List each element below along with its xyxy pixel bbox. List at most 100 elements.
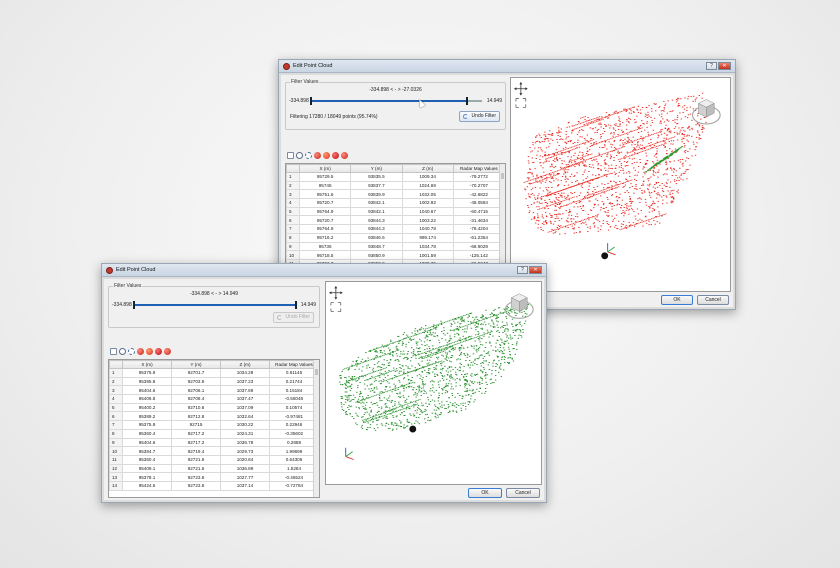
swap-icon[interactable] xyxy=(128,348,135,355)
table-row[interactable]: 8 95716.2 93846.5 999.174 -61.2354 xyxy=(286,232,505,243)
table-cell[interactable]: 1036.89 xyxy=(220,463,270,474)
table-row[interactable]: 3 95404.6 92706.1 1037.69 0.15184 xyxy=(109,385,319,396)
table-row[interactable]: 10 95718.5 93850.9 1001.59 -125.142 xyxy=(286,250,505,260)
table-cell[interactable]: 93835.5 xyxy=(350,172,403,182)
row-number[interactable]: 8 xyxy=(286,232,300,243)
row-number[interactable]: 1 xyxy=(109,368,123,378)
table-cell[interactable]: -79.2772 xyxy=(452,172,505,182)
table-cell[interactable]: 1029.73 xyxy=(220,446,270,456)
table-cell[interactable]: 92723.8 xyxy=(171,480,221,491)
column-header[interactable]: X (m) xyxy=(298,164,352,173)
zoom-extents-icon[interactable] xyxy=(330,302,342,312)
row-header-corner[interactable] xyxy=(109,360,123,369)
cancel-button[interactable]: Cancel xyxy=(697,295,729,305)
table-cell[interactable]: 95395.8 xyxy=(122,376,172,387)
zoom-extents-icon[interactable] xyxy=(515,98,527,108)
table-cell[interactable]: 93850.9 xyxy=(350,250,403,260)
table-cell[interactable]: -31.4634 xyxy=(452,215,505,226)
table-cell[interactable]: 1001.59 xyxy=(401,250,454,260)
table-cell[interactable]: 95409.1 xyxy=(122,463,172,474)
table-cell[interactable]: 92717.2 xyxy=(171,437,221,448)
pan-icon[interactable] xyxy=(513,81,528,96)
table-cell[interactable]: 1037.23 xyxy=(220,376,270,387)
row-number[interactable]: 14 xyxy=(109,480,123,491)
cancel-button[interactable]: Cancel xyxy=(506,488,540,498)
gear-icon[interactable] xyxy=(296,152,303,159)
table-cell[interactable]: 95729.5 xyxy=(298,172,352,182)
table-cell[interactable]: -61.2354 xyxy=(452,232,505,243)
row-number[interactable]: 2 xyxy=(286,180,300,191)
table-row[interactable]: 2 95395.8 92703.9 1037.23 0.21744 xyxy=(109,376,319,387)
table-cell[interactable]: 93844.3 xyxy=(350,224,403,234)
table-row[interactable]: 6 95389.2 92712.8 1032.64 -0.97481 xyxy=(109,411,319,422)
table-cell[interactable]: -70.2707 xyxy=(452,180,505,191)
table-cell[interactable]: 92706.1 xyxy=(171,385,221,396)
slider-track[interactable] xyxy=(310,97,482,105)
row-number[interactable]: 5 xyxy=(286,206,300,217)
table-row[interactable]: 4 95406.8 92708.4 1037.47 -0.55048 xyxy=(109,394,319,404)
table-cell[interactable]: 92708.4 xyxy=(171,394,221,404)
row-number[interactable]: 6 xyxy=(109,411,123,422)
undo-filter-button[interactable]: Undo Filter xyxy=(273,312,314,323)
table-row[interactable]: 9 95736 93848.7 1034.78 -68.9029 xyxy=(286,241,505,252)
row-number[interactable]: 2 xyxy=(109,376,123,387)
table-cell[interactable]: 1037.14 xyxy=(220,480,270,491)
point-cloud-canvas[interactable] xyxy=(326,282,541,484)
row-number[interactable]: 9 xyxy=(286,241,300,252)
table-cell[interactable]: 95745 xyxy=(298,180,352,191)
slider-track[interactable] xyxy=(133,301,297,309)
table-cell[interactable]: 1027.77 xyxy=(220,472,270,482)
ok-button[interactable]: OK xyxy=(661,295,693,305)
filter-range-slider[interactable]: -334.898 14.949 xyxy=(289,97,502,105)
row-number[interactable]: 7 xyxy=(109,420,123,430)
table-cell[interactable]: 93842.1 xyxy=(350,206,403,217)
table-cell[interactable]: 0.61146 xyxy=(269,368,319,378)
table-cell[interactable]: 1020.64 xyxy=(220,454,270,465)
table-cell[interactable]: 92703.9 xyxy=(171,376,221,387)
table-cell[interactable]: -0.55048 xyxy=(269,394,319,404)
table-cell[interactable]: -68.9029 xyxy=(452,241,505,252)
row-number[interactable]: 11 xyxy=(109,454,123,465)
close-button[interactable]: ✕ xyxy=(529,266,542,274)
table-cell[interactable]: 93848.7 xyxy=(350,241,403,252)
table-cell[interactable]: 0.2888 xyxy=(269,437,319,448)
table-row[interactable]: 6 95720.7 93844.3 1003.22 -31.4634 xyxy=(286,215,505,226)
red-sphere-alt-icon[interactable] xyxy=(146,348,153,355)
scrollbar-thumb[interactable] xyxy=(315,369,318,375)
table-cell[interactable]: 1040.78 xyxy=(401,224,454,234)
table-cell[interactable]: -60.4715 xyxy=(452,206,505,217)
table-row[interactable]: 9 95404.6 92717.2 1036.78 0.2888 xyxy=(109,437,319,448)
table-row[interactable]: 1 95375.9 92701.7 1034.28 0.61146 xyxy=(109,368,319,378)
red-burst-icon[interactable] xyxy=(155,348,162,355)
table-row[interactable]: 8 95360.4 92717.2 1024.31 -0.35602 xyxy=(109,428,319,439)
red-sphere-alt-icon[interactable] xyxy=(323,152,330,159)
table-cell[interactable]: 95720.7 xyxy=(298,215,352,226)
table-cell[interactable]: 1037.47 xyxy=(220,394,270,404)
table-cell[interactable]: 1.5284 xyxy=(269,463,319,474)
table-cell[interactable]: 1003.22 xyxy=(401,215,454,226)
table-cell[interactable]: 999.174 xyxy=(401,232,454,243)
table-row[interactable]: 7 95764.9 93844.3 1040.78 -78.4204 xyxy=(286,224,505,234)
table-cell[interactable]: 1009.34 xyxy=(401,172,454,182)
table-row[interactable]: 5 95764.9 93842.1 1040.67 -60.4715 xyxy=(286,206,505,217)
table-cell[interactable]: 92721.6 xyxy=(171,454,221,465)
red-gear-icon[interactable] xyxy=(341,152,348,159)
row-number[interactable]: 4 xyxy=(286,198,300,208)
table-cell[interactable]: 1002.92 xyxy=(401,198,454,208)
table-cell[interactable]: 95751.6 xyxy=(298,189,352,200)
row-number[interactable]: 13 xyxy=(109,472,123,482)
column-header[interactable]: Z (m) xyxy=(401,164,454,173)
table-cell[interactable]: 95404.6 xyxy=(122,385,172,396)
help-button[interactable]: ? xyxy=(517,266,528,274)
table-scrollbar[interactable] xyxy=(313,360,319,497)
table-cell[interactable]: 1024.69 xyxy=(401,180,454,191)
slider-min-thumb[interactable] xyxy=(310,97,312,105)
column-header[interactable]: Z (m) xyxy=(220,360,270,369)
row-number[interactable]: 9 xyxy=(109,437,123,448)
table-cell[interactable]: 92715 xyxy=(171,420,221,430)
ok-button[interactable]: OK xyxy=(468,488,502,498)
table-cell[interactable]: 1030.22 xyxy=(220,420,270,430)
table-cell[interactable]: 95378.1 xyxy=(122,472,172,482)
point-cloud-viewer[interactable] xyxy=(325,281,542,485)
filter-range-slider[interactable]: -334.898 14.949 xyxy=(112,301,316,309)
